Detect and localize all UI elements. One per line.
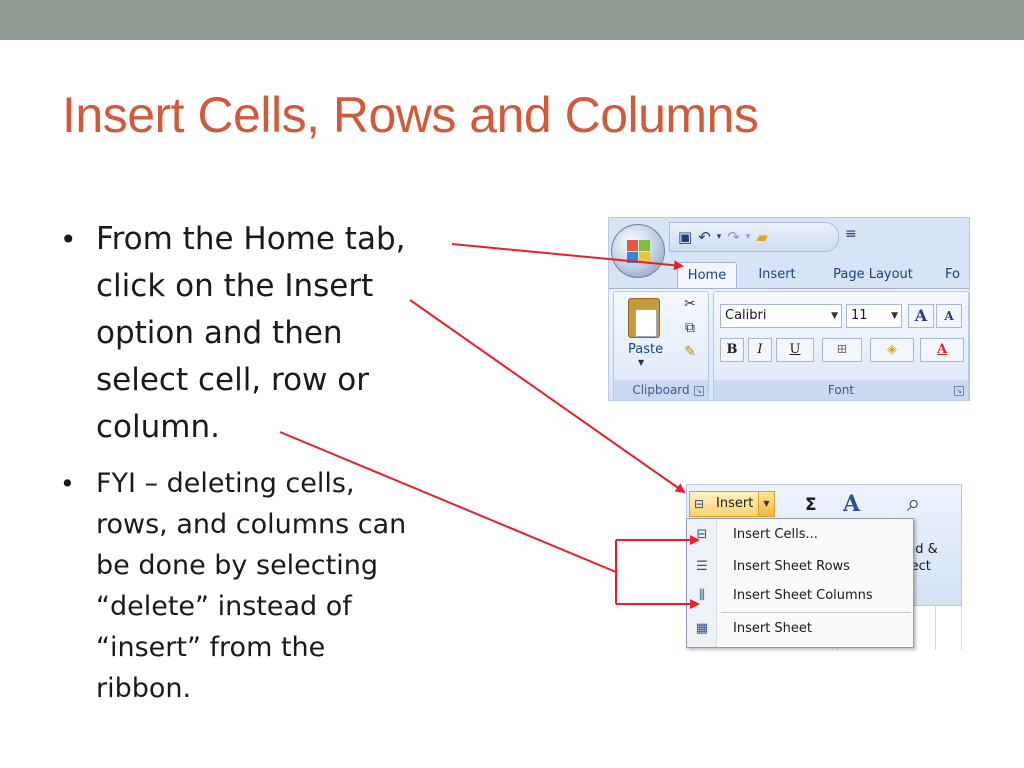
font-name-box[interactable]: Calibri ▼ <box>720 304 842 328</box>
bold-button[interactable]: B <box>720 338 744 362</box>
paste-icon[interactable] <box>628 298 660 338</box>
font-color-icon[interactable]: A <box>920 338 964 362</box>
insert-columns-icon: ⫼ <box>699 588 705 603</box>
bullet-line: “delete” instead of <box>96 591 352 622</box>
qat-customize-icon[interactable]: ≡ <box>845 226 857 242</box>
bullet-list: • From the Home tab, click on the Insert… <box>56 216 476 709</box>
redo-dropdown-icon[interactable]: ▾ <box>746 232 751 242</box>
menu-item-label: Insert Sheet Columns <box>733 588 873 603</box>
find-select-icon[interactable]: ⌕ <box>907 489 920 517</box>
bullet-line: click on the Insert <box>96 268 374 304</box>
bullet-line: From the Home tab, <box>96 221 406 257</box>
font-group: Calibri ▼ 11 ▼ A A B I U ⊞ ◈ A Font ↘ <box>713 291 969 400</box>
ribbon-tabs: Home Insert Page Layout Fo <box>609 258 969 288</box>
paste-button[interactable]: Paste <box>628 342 663 357</box>
menu-item-label: Insert Cells... <box>733 527 818 542</box>
menu-item-insert-cells[interactable]: ⊟ Insert Cells... <box>687 521 913 549</box>
save-icon[interactable]: ▣ <box>678 228 692 246</box>
bullet-marker: • <box>60 469 75 498</box>
insert-rows-icon: ☰ <box>696 559 708 574</box>
tab-insert[interactable]: Insert <box>749 262 805 288</box>
clipboard-group: Paste ▼ ✂ ⧉ ✎ Clipboard ↘ <box>613 291 709 400</box>
underline-button[interactable]: U <box>776 338 814 362</box>
paste-dropdown-icon[interactable]: ▼ <box>638 358 644 367</box>
insert-button[interactable]: ⊟ Insert ▼ <box>689 491 775 517</box>
insert-sheet-icon: ▦ <box>695 621 709 636</box>
insert-menu: ⊟ Insert Cells... ☰ Insert Sheet Rows ⫼ … <box>686 518 914 648</box>
bullet-line: option and then <box>96 315 343 351</box>
chevron-down-icon[interactable]: ▼ <box>831 305 838 327</box>
bullet-home-tab: • From the Home tab, click on the Insert… <box>56 216 476 451</box>
font-launcher-icon[interactable]: ↘ <box>954 386 964 396</box>
font-group-label: Font <box>714 380 968 400</box>
ribbon-body: Paste ▼ ✂ ⧉ ✎ Clipboard ↘ Calibri ▼ 11 ▼… <box>609 288 969 400</box>
bullet-line: be done by selecting <box>96 550 378 581</box>
menu-item-insert-sheet-rows[interactable]: ☰ Insert Sheet Rows <box>687 553 913 581</box>
fill-color-icon[interactable]: ◈ <box>870 338 914 362</box>
bullet-line: rows, and columns can <box>96 509 407 540</box>
menu-item-label: Insert Sheet Rows <box>733 559 850 574</box>
undo-icon[interactable]: ↶ <box>698 228 711 246</box>
insert-button-label: Insert <box>716 496 754 511</box>
chevron-down-icon[interactable]: ▼ <box>891 305 898 327</box>
undo-dropdown-icon[interactable]: ▾ <box>717 232 722 242</box>
menu-item-label: Insert Sheet <box>733 621 813 636</box>
bullet-fyi: • FYI – deleting cells, rows, and column… <box>56 463 476 709</box>
cut-icon[interactable]: ✂ <box>680 296 700 316</box>
copy-icon[interactable]: ⧉ <box>680 320 700 340</box>
shrink-font-button[interactable]: A <box>936 304 962 328</box>
bullet-line: select cell, row or <box>96 362 369 398</box>
column-gridline <box>935 606 936 650</box>
top-accent-bar <box>0 0 1024 40</box>
insert-cells-icon: ⊟ <box>694 497 705 511</box>
bullet-line: column. <box>96 409 220 445</box>
tab-home[interactable]: Home <box>677 262 737 288</box>
insert-cells-icon: ⊟ <box>696 527 708 542</box>
menu-separator <box>721 612 911 613</box>
menu-item-insert-sheet-columns[interactable]: ⫼ Insert Sheet Columns <box>687 582 913 610</box>
menu-item-insert-sheet[interactable]: ▦ Insert Sheet <box>687 615 913 643</box>
font-size-value: 11 <box>851 308 868 323</box>
slide-title: Insert Cells, Rows and Columns <box>62 87 759 143</box>
bullet-line: ribbon. <box>96 673 192 704</box>
grow-font-button[interactable]: A <box>908 304 934 328</box>
border-icon[interactable]: ⊞ <box>822 338 862 362</box>
bullet-line: “insert” from the <box>96 632 326 663</box>
tab-page-layout[interactable]: Page Layout <box>827 262 919 288</box>
autosum-icon[interactable]: Σ <box>805 495 817 515</box>
open-folder-icon[interactable]: ▰ <box>756 228 768 246</box>
redo-icon[interactable]: ↷ <box>727 228 740 246</box>
italic-button[interactable]: I <box>748 338 772 362</box>
tab-formulas[interactable]: Fo <box>945 262 969 288</box>
insert-dropdown-screenshot: ⊟ Insert ▼ Σ A ⌕ nd & lect ⊟ Insert Cell… <box>686 484 962 650</box>
ribbon-screenshot: ▣ ↶ ▾ ↷ ▾ ▰ ≡ Home Insert Page Layout Fo… <box>608 217 970 401</box>
bullet-line: FYI – deleting cells, <box>96 468 355 499</box>
font-name-value: Calibri <box>725 308 767 323</box>
bullet-marker: • <box>60 223 77 256</box>
chevron-down-icon[interactable]: ▼ <box>758 492 774 516</box>
quick-access-toolbar: ▣ ↶ ▾ ↷ ▾ ▰ <box>669 222 839 252</box>
font-size-box[interactable]: 11 ▼ <box>846 304 902 328</box>
sort-filter-icon[interactable]: A <box>843 491 860 517</box>
format-painter-icon[interactable]: ✎ <box>680 344 700 364</box>
clipboard-launcher-icon[interactable]: ↘ <box>694 386 704 396</box>
